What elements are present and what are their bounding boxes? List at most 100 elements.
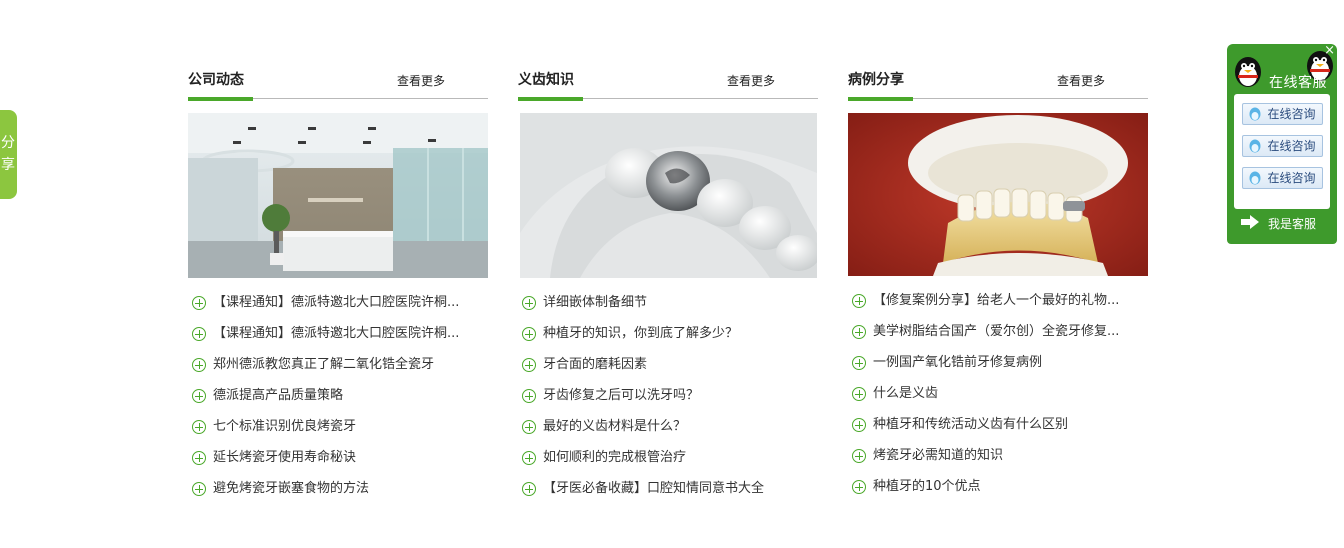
share-tab[interactable]: 分 享 [0, 110, 17, 199]
customer-service-panel: 在线客服 × 在线咨询 在线咨询 在线咨询 我是客服 [1227, 44, 1337, 244]
plus-circle-icon [192, 296, 206, 310]
plus-circle-icon [522, 482, 536, 496]
online-consult-button[interactable]: 在线咨询 [1241, 103, 1323, 125]
section-title-underline [518, 97, 583, 101]
list-item-text: 最好的义齿材料是什么？ [543, 419, 687, 434]
qq-icon [1249, 107, 1260, 121]
list-item-text: 牙齿修复之后可以洗牙吗？ [543, 388, 700, 403]
list-item[interactable]: 最好的义齿材料是什么？ [518, 419, 818, 450]
list-item-text: 七个标准识别优良烤瓷牙 [213, 419, 357, 434]
list-item-text: 【课程通知】德派特邀北大口腔医院许桐... [213, 295, 460, 310]
list-item-text: 延长烤瓷牙使用寿命秘诀 [213, 450, 357, 465]
plus-circle-icon [852, 356, 866, 370]
plus-circle-icon [192, 389, 206, 403]
plus-circle-icon [192, 482, 206, 496]
section-header: 病例分享 查看更多 [848, 66, 1148, 101]
section-title: 义齿知识 [518, 72, 574, 88]
consult-buttons: 在线咨询 在线咨询 在线咨询 [1234, 94, 1330, 209]
online-consult-button[interactable]: 在线咨询 [1241, 167, 1323, 189]
customer-service-footer-label: 我是客服 [1268, 217, 1317, 231]
list-item-text: 如何顺利的完成根管治疗 [543, 450, 687, 465]
online-consult-label: 在线咨询 [1267, 139, 1316, 153]
list-item[interactable]: 【修复案例分享】给老人一个最好的礼物... [848, 293, 1148, 324]
share-tab-label-2: 享 [1, 157, 15, 173]
list-item[interactable]: 【课程通知】德派特邀北大口腔医院许桐... [188, 326, 488, 357]
list-item[interactable]: 牙齿修复之后可以洗牙吗？ [518, 388, 818, 419]
customer-service-footer[interactable]: 我是客服 [1227, 214, 1337, 234]
view-more-link[interactable]: 查看更多 [1057, 72, 1105, 89]
list-item[interactable]: 郑州德派教您真正了解二氧化锆全瓷牙 [188, 357, 488, 388]
list-item[interactable]: 延长烤瓷牙使用寿命秘诀 [188, 450, 488, 481]
plus-circle-icon [192, 451, 206, 465]
list-item-text: 一例国产氧化锆前牙修复病例 [873, 355, 1043, 370]
close-icon[interactable]: × [1324, 44, 1335, 58]
list-item[interactable]: 种植牙和传统活动义齿有什么区别 [848, 417, 1148, 448]
plus-circle-icon [522, 451, 536, 465]
plus-circle-icon [522, 389, 536, 403]
list-item-text: 避免烤瓷牙嵌塞食物的方法 [213, 481, 370, 496]
list-item-text: 美学树脂结合国产（爱尔创）全瓷牙修复... [873, 324, 1120, 339]
denture-knowledge-section: 义齿知识 查看更多 详细嵌体制备细节 种植牙的知识，你到底了解多少？ 牙合面的磨… [518, 66, 818, 512]
list-item-text: 【修复案例分享】给老人一个最好的礼物... [873, 293, 1120, 308]
customer-service-header: 在线客服 × [1227, 44, 1337, 94]
list-item[interactable]: 如何顺利的完成根管治疗 [518, 450, 818, 481]
list-item-text: 种植牙的10个优点 [873, 479, 981, 494]
list-item[interactable]: 【课程通知】德派特邀北大口腔医院许桐... [188, 295, 488, 326]
plus-circle-icon [522, 327, 536, 341]
list-item[interactable]: 种植牙的10个优点 [848, 479, 1148, 510]
dental-bridge-model-photo[interactable] [848, 113, 1148, 276]
news-list: 【课程通知】德派特邀北大口腔医院许桐... 【课程通知】德派特邀北大口腔医院许桐… [188, 295, 488, 512]
news-list: 详细嵌体制备细节 种植牙的知识，你到底了解多少？ 牙合面的磨耗因素 牙齿修复之后… [518, 295, 818, 512]
view-more-link[interactable]: 查看更多 [727, 72, 775, 89]
list-item-text: 什么是义齿 [873, 386, 939, 401]
case-sharing-section: 病例分享 查看更多 【修复案例分享】给老人一个最好的礼物... 美学树脂结合国产… [848, 66, 1148, 510]
list-item[interactable]: 牙合面的磨耗因素 [518, 357, 818, 388]
penguin-mascot-icon [1235, 57, 1261, 87]
view-more-link[interactable]: 查看更多 [397, 72, 445, 89]
metal-inlay-tooth-model-photo[interactable] [520, 113, 817, 278]
section-header: 义齿知识 查看更多 [518, 66, 818, 101]
list-item[interactable]: 烤瓷牙必需知道的知识 [848, 448, 1148, 479]
list-item[interactable]: 七个标准识别优良烤瓷牙 [188, 419, 488, 450]
plus-circle-icon [852, 294, 866, 308]
section-title-underline [848, 97, 913, 101]
section-title-underline [188, 97, 253, 101]
online-consult-button[interactable]: 在线咨询 [1241, 135, 1323, 157]
list-item-text: 牙合面的磨耗因素 [543, 357, 648, 372]
section-title: 病例分享 [848, 72, 904, 88]
list-item[interactable]: 【牙医必备收藏】口腔知情同意书大全 [518, 481, 818, 512]
news-list: 【修复案例分享】给老人一个最好的礼物... 美学树脂结合国产（爱尔创）全瓷牙修复… [848, 293, 1148, 510]
online-consult-label: 在线咨询 [1267, 107, 1316, 121]
list-item-text: 【课程通知】德派特邀北大口腔医院许桐... [213, 326, 460, 341]
plus-circle-icon [522, 420, 536, 434]
list-item-text: 种植牙和传统活动义齿有什么区别 [873, 417, 1069, 432]
list-item-text: 郑州德派教您真正了解二氧化锆全瓷牙 [213, 357, 435, 372]
list-item-text: 德派提高产品质量策略 [213, 388, 344, 403]
plus-circle-icon [522, 358, 536, 372]
reception-lobby-photo[interactable] [188, 113, 488, 278]
list-item-text: 【牙医必备收藏】口腔知情同意书大全 [543, 481, 765, 496]
list-item-text: 详细嵌体制备细节 [543, 295, 648, 310]
list-item-text: 烤瓷牙必需知道的知识 [873, 448, 1004, 463]
plus-circle-icon [192, 327, 206, 341]
list-item[interactable]: 一例国产氧化锆前牙修复病例 [848, 355, 1148, 386]
plus-circle-icon [852, 480, 866, 494]
plus-circle-icon [852, 387, 866, 401]
list-item[interactable]: 德派提高产品质量策略 [188, 388, 488, 419]
list-item[interactable]: 种植牙的知识，你到底了解多少？ [518, 326, 818, 357]
list-item[interactable]: 什么是义齿 [848, 386, 1148, 417]
plus-circle-icon [852, 449, 866, 463]
list-item[interactable]: 避免烤瓷牙嵌塞食物的方法 [188, 481, 488, 512]
list-item-text: 种植牙的知识，你到底了解多少？ [543, 326, 739, 341]
list-item[interactable]: 详细嵌体制备细节 [518, 295, 818, 326]
list-item[interactable]: 美学树脂结合国产（爱尔创）全瓷牙修复... [848, 324, 1148, 355]
company-news-section: 公司动态 查看更多 【课程通知】德派特邀北大口腔医院许桐... 【课程通知】德派… [188, 66, 488, 512]
section-title: 公司动态 [188, 72, 244, 88]
plus-circle-icon [852, 418, 866, 432]
plus-circle-icon [192, 420, 206, 434]
qq-icon [1249, 171, 1260, 185]
share-tab-label-1: 分 [1, 135, 15, 151]
plus-circle-icon [852, 325, 866, 339]
plus-circle-icon [192, 358, 206, 372]
customer-service-title: 在线客服 [1269, 75, 1327, 91]
